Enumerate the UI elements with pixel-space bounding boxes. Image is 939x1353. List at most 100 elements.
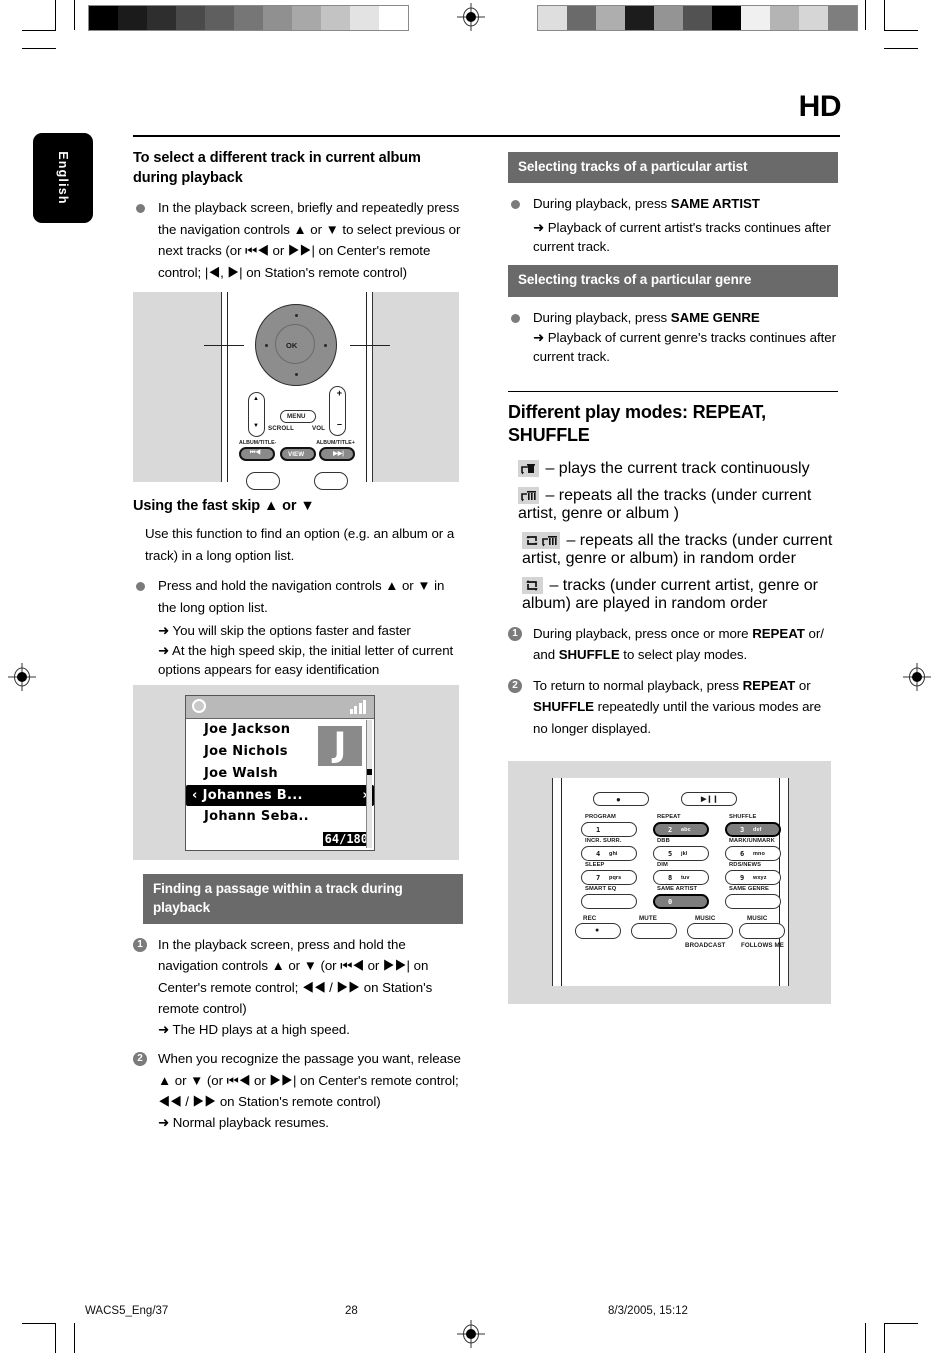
keypad-key-letters-def: def <box>753 827 762 834</box>
play-modes-heading: Different play modes: REPEAT, SHUFFLE <box>508 390 838 448</box>
bullet-same-genre-arrow: ➜ Playback of current genre's tracks con… <box>533 330 837 365</box>
prev-track-icon: ⏮◀ <box>250 450 261 457</box>
list-item[interactable]: Johann Seba.. <box>186 806 374 828</box>
record-dot-icon: ● <box>595 927 600 935</box>
remote-body: OK ▲ ▼ SCROLL + – VOL MENU ALBUM/TITLE- … <box>204 292 390 491</box>
keypad-key-digit-0: 0 <box>668 898 673 907</box>
bullet-dot-icon <box>511 200 520 210</box>
mode-shuffle-repeat-all: – repeats all the tracks (under current … <box>508 531 838 568</box>
volume-plus-label[interactable]: + <box>337 388 342 398</box>
step-play-modes-1: 1 During playback, press once or more RE… <box>508 623 838 666</box>
bottom-button-music-3[interactable] <box>739 923 785 940</box>
keypad-key-letters-mno: mno <box>753 851 765 858</box>
keypad-label-rds-news: RDS/NEWS <box>729 862 762 869</box>
keypad-label-shuffle: SHUFFLE <box>729 814 757 821</box>
bottom-button-label-1: MUTE <box>639 915 657 923</box>
repeat-one-icon <box>518 459 539 477</box>
bullet-select-track: In the playback screen, briefly and repe… <box>133 197 463 283</box>
step-number-badge: 2 <box>508 678 522 693</box>
shuffle-icon <box>522 576 543 594</box>
menu-button-label: MENU <box>287 413 306 421</box>
step-2-arrow: ➜ Normal playback resumes. <box>158 1114 329 1130</box>
mode-shuffle-text: – tracks (under current artist, genre or… <box>522 576 819 612</box>
keypad-key-digit-7: 7 <box>596 874 601 883</box>
footer-timestamp: 8/3/2005, 15:12 <box>608 1305 688 1317</box>
bullet-press-hold-arrow-1: ➜ You will skip the options faster and f… <box>158 623 411 639</box>
keypad-key-digit-2: 2 <box>668 826 673 835</box>
mode-repeat-one-text: – plays the current track continuously <box>545 459 810 477</box>
left-heading: To select a different track in current a… <box>133 150 421 186</box>
same-artist-key: SAME ARTIST <box>670 196 760 212</box>
ok-button-label[interactable]: OK <box>286 341 297 350</box>
mode-repeat-all: – repeats all the tracks (under current … <box>508 486 838 523</box>
step1-key-shuffle: SHUFFLE <box>558 647 620 663</box>
keypad-key-digit-6: 6 <box>740 850 745 859</box>
step1-key-repeat: REPEAT <box>752 625 805 641</box>
bullet-same-genre: During playback, press SAME GENRE ➜ Play… <box>508 307 838 367</box>
keypad-key-letters-pqrs: pqrs <box>609 875 622 882</box>
bullet-same-artist-text: During playback, press SAME ARTIST <box>533 193 838 215</box>
navigation-disc[interactable]: OK <box>255 304 337 387</box>
bullet-press-hold-text: Press and hold the navigation controls ▲… <box>158 578 445 615</box>
bottom-button-mute-1[interactable] <box>631 923 677 940</box>
volume-minus-label[interactable]: – <box>337 419 342 429</box>
remote-bottom-button-left[interactable] <box>246 472 280 491</box>
view-button-label: VIEW <box>288 451 305 459</box>
album-title-prev-label: ALBUM/TITLE- <box>239 440 277 447</box>
keypad-button-program[interactable] <box>581 822 637 838</box>
item-counter-badge: 64/180 <box>322 832 370 847</box>
nav-up-dot-icon <box>295 314 298 318</box>
keypad-key-digit-8: 8 <box>668 874 673 883</box>
repeat-all-icon <box>518 486 539 504</box>
same-genre-key: SAME GENRE <box>670 309 760 325</box>
bullet-dot-icon <box>136 204 145 213</box>
keypad-key-digit-5: 5 <box>668 850 673 859</box>
remote-hairline-left <box>204 345 244 347</box>
bottom-sub-label-broadcast: BROADCAST <box>685 942 726 950</box>
lcd-status-bar <box>186 696 374 720</box>
remote-seam-line-right <box>366 292 367 483</box>
bullet-same-genre-text: During playback, press SAME GENRE <box>533 307 838 329</box>
keypad-label-mark-unmark: MARK/UNMARK <box>729 838 775 845</box>
scroll-up-icon: ▲ <box>253 396 259 403</box>
mode-repeat-all-text: – repeats all the tracks (under current … <box>518 486 812 522</box>
scroll-down-icon: ▼ <box>253 423 259 430</box>
nav-down-dot-icon <box>295 373 298 377</box>
remote2-seam-line <box>561 778 562 987</box>
keypad-button-smart-eq[interactable] <box>581 894 637 910</box>
step2-key-shuffle: SHUFFLE <box>533 699 594 715</box>
keypad-button-same-genre[interactable] <box>725 894 781 910</box>
lcd-frame: Joe Jackson Joe Nichols Joe Walsh ‹ Joha… <box>185 695 375 852</box>
bar-heading-same-artist: Selecting tracks of a particular artist <box>508 152 838 184</box>
keypad-key-digit-3: 3 <box>740 826 745 835</box>
figure-artist-list-screen: Joe Jackson Joe Nichols Joe Walsh ‹ Joha… <box>133 685 459 861</box>
keypad-label-same-genre: SAME GENRE <box>729 886 769 893</box>
keypad-key-letters-wxyz: wxyz <box>753 875 767 882</box>
keypad-key-letters-ghi: ghi <box>609 851 618 858</box>
bullet-dot-icon <box>511 313 520 323</box>
keypad-label-program: PROGRAM <box>585 814 616 821</box>
same-genre-lead: During playback, press <box>533 309 671 325</box>
bottom-button-label-0: REC <box>583 915 597 923</box>
shuffle-repeat-all-icon <box>522 531 560 549</box>
mode-shuffle: – tracks (under current artist, genre or… <box>508 576 838 613</box>
keypad-key-digit-1: 1 <box>596 826 601 835</box>
step-2-text: When you recognize the passage you want,… <box>158 1051 461 1110</box>
remote-bottom-button-right[interactable] <box>314 472 348 491</box>
keypad-button-same-artist[interactable] <box>653 894 709 910</box>
keypad-key-digit-4: 4 <box>596 850 601 859</box>
header-divider <box>133 135 840 137</box>
selected-item-label: Johannes B... <box>202 787 303 803</box>
list-item-selected[interactable]: ‹ Johannes B... › <box>186 784 374 807</box>
same-artist-lead: During playback, press <box>533 196 671 212</box>
record-stop-button[interactable] <box>593 792 649 807</box>
scroll-label: SCROLL <box>268 425 295 433</box>
volume-label: VOL <box>311 425 325 433</box>
figure-center-remote-navigation: OK ▲ ▼ SCROLL + – VOL MENU ALBUM/TITLE- … <box>133 292 459 491</box>
bullet-same-artist: During playback, press SAME ARTIST ➜ Pla… <box>508 193 838 256</box>
lcd-scrollbar[interactable] <box>366 720 372 849</box>
keypad-label-smart-eq: SMART EQ <box>585 886 617 893</box>
keypad-label-dbb: DBB <box>657 838 670 845</box>
lcd-scrollbar-thumb[interactable] <box>367 769 372 776</box>
bottom-button-music-2[interactable] <box>687 923 733 940</box>
